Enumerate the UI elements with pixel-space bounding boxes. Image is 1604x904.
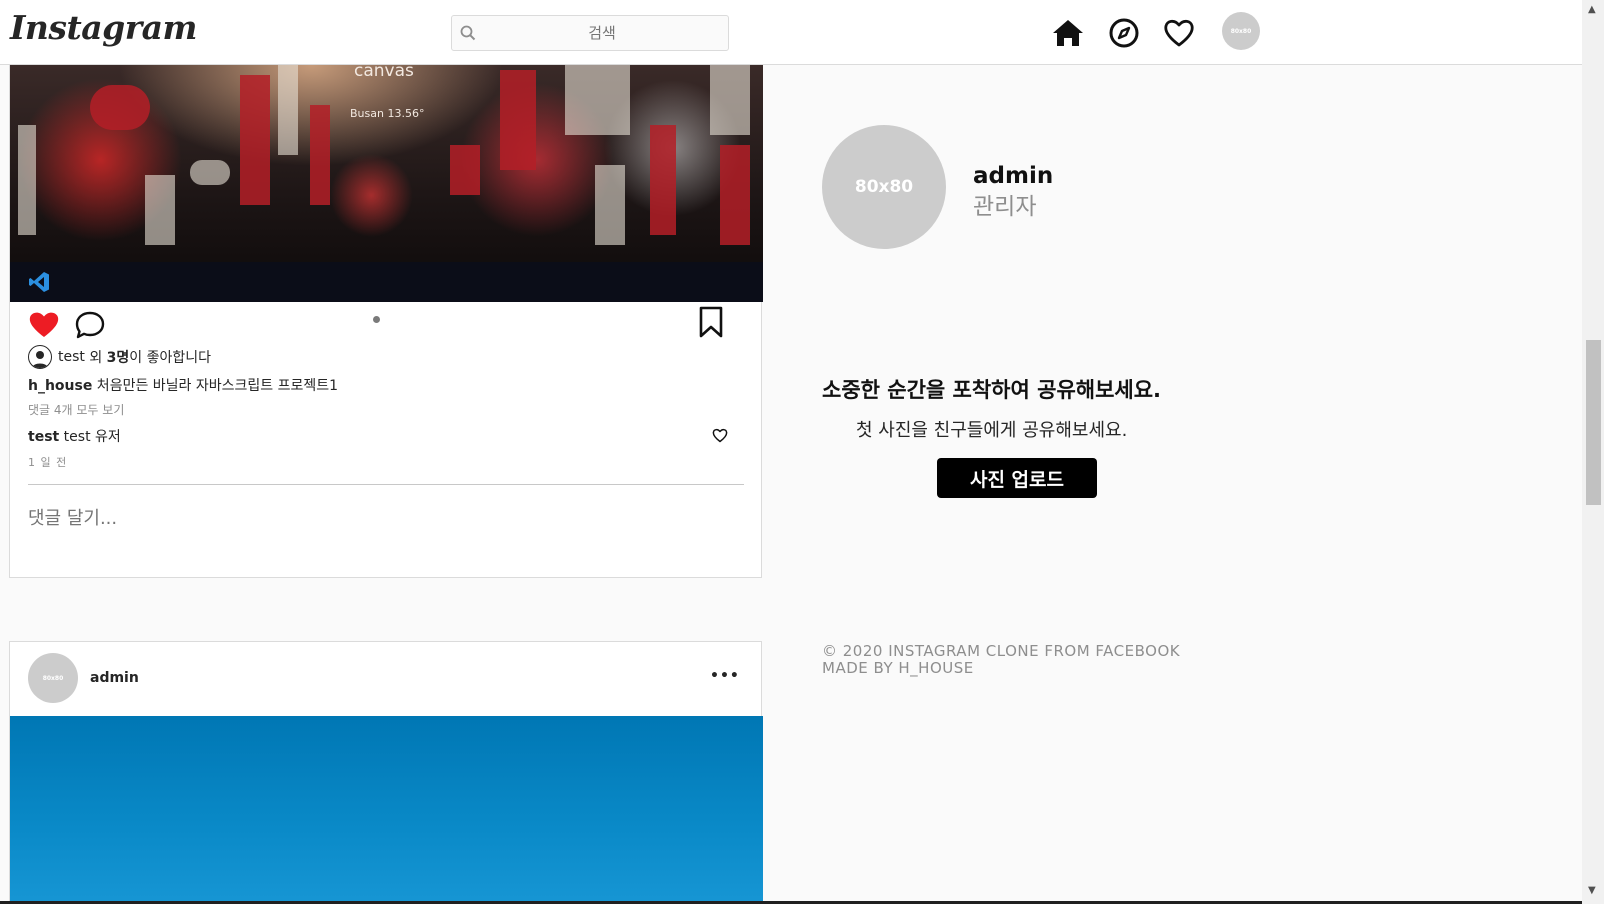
scroll-thumb[interactable] [1586, 340, 1601, 505]
bookmark-icon[interactable] [698, 306, 724, 342]
top-nav-bar: Instagram 80x80 [0, 0, 1582, 65]
likes-summary[interactable]: test 외 3명 이 좋아합니다 [28, 345, 211, 369]
search-box[interactable] [451, 15, 729, 51]
feed-post: 80x80 admin ••• [9, 641, 763, 904]
post-image[interactable]: canvas Busan 13.56° [10, 65, 763, 302]
photo-caption-city: Busan 13.56° [350, 107, 425, 120]
likes-mid-text: 외 [84, 350, 107, 366]
post-author-avatar[interactable]: 80x80 [28, 653, 78, 703]
comment-divider [28, 484, 744, 485]
footer-copyright: © 2020 INSTAGRAM CLONE FROM FACEBOOK [822, 642, 1181, 660]
comment-heart-icon[interactable] [712, 428, 728, 447]
home-icon[interactable] [1051, 16, 1085, 50]
caption-text: 처음만든 바닐라 자바스크립트 프로젝트1 [92, 378, 339, 394]
explore-icon[interactable] [1107, 16, 1141, 50]
activity-heart-icon[interactable] [1162, 16, 1196, 50]
likes-suffix: 이 좋아합니다 [129, 350, 212, 366]
comment-text: test 유저 [59, 429, 121, 445]
liker-avatar-icon [28, 345, 52, 369]
profile-avatar[interactable]: 80x80 [1222, 12, 1260, 50]
photo-caption-top: canvas [354, 65, 414, 81]
post-image[interactable] [10, 716, 763, 904]
sidebar-username[interactable]: admin [973, 163, 1053, 189]
footer-credit: MADE BY H_HOUSE [822, 659, 974, 677]
liker-username[interactable]: test [58, 349, 85, 365]
search-input[interactable] [482, 20, 722, 46]
like-heart-icon[interactable] [28, 310, 60, 342]
instagram-logo[interactable]: Instagram [10, 8, 197, 47]
feed-post: canvas Busan 13.56° test 외 3명 이 좋아합니다 h_… [9, 65, 763, 578]
post-caption: h_house 처음만든 바닐라 자바스크립트 프로젝트1 [28, 375, 338, 395]
post-time: 1 일 전 [28, 456, 68, 469]
view-all-comments-link[interactable]: 댓글 4개 모두 보기 [28, 401, 124, 418]
carousel-dot [373, 316, 380, 323]
sidebar-user-role: 관리자 [973, 194, 1037, 220]
comment-icon[interactable] [74, 310, 106, 344]
share-prompt-subtitle: 첫 사진을 친구들에게 공유해보세요. [856, 420, 1128, 441]
caption-author[interactable]: h_house [28, 378, 92, 394]
scroll-down-icon[interactable]: ▼ [1588, 885, 1596, 896]
likes-count: 3명 [106, 350, 130, 366]
upload-photo-button[interactable]: 사진 업로드 [937, 458, 1097, 498]
vscode-icon [28, 271, 50, 297]
search-icon [460, 25, 476, 45]
comment-author[interactable]: test [28, 429, 59, 445]
page-scrollbar[interactable]: ▲ ▼ [1582, 0, 1604, 904]
comment-item: test test 유저 [28, 426, 728, 446]
comment-input[interactable] [28, 503, 708, 533]
share-prompt-title: 소중한 순간을 포착하여 공유해보세요. [822, 378, 1162, 402]
post-author-username[interactable]: admin [90, 670, 139, 686]
footer: © 2020 INSTAGRAM CLONE FROM FACEBOOK MAD… [822, 643, 1180, 677]
scroll-up-icon[interactable]: ▲ [1588, 4, 1596, 15]
photo-bottom-bar [10, 262, 763, 302]
sidebar-profile-avatar[interactable]: 80x80 [822, 125, 946, 249]
more-options-icon[interactable]: ••• [710, 668, 740, 684]
